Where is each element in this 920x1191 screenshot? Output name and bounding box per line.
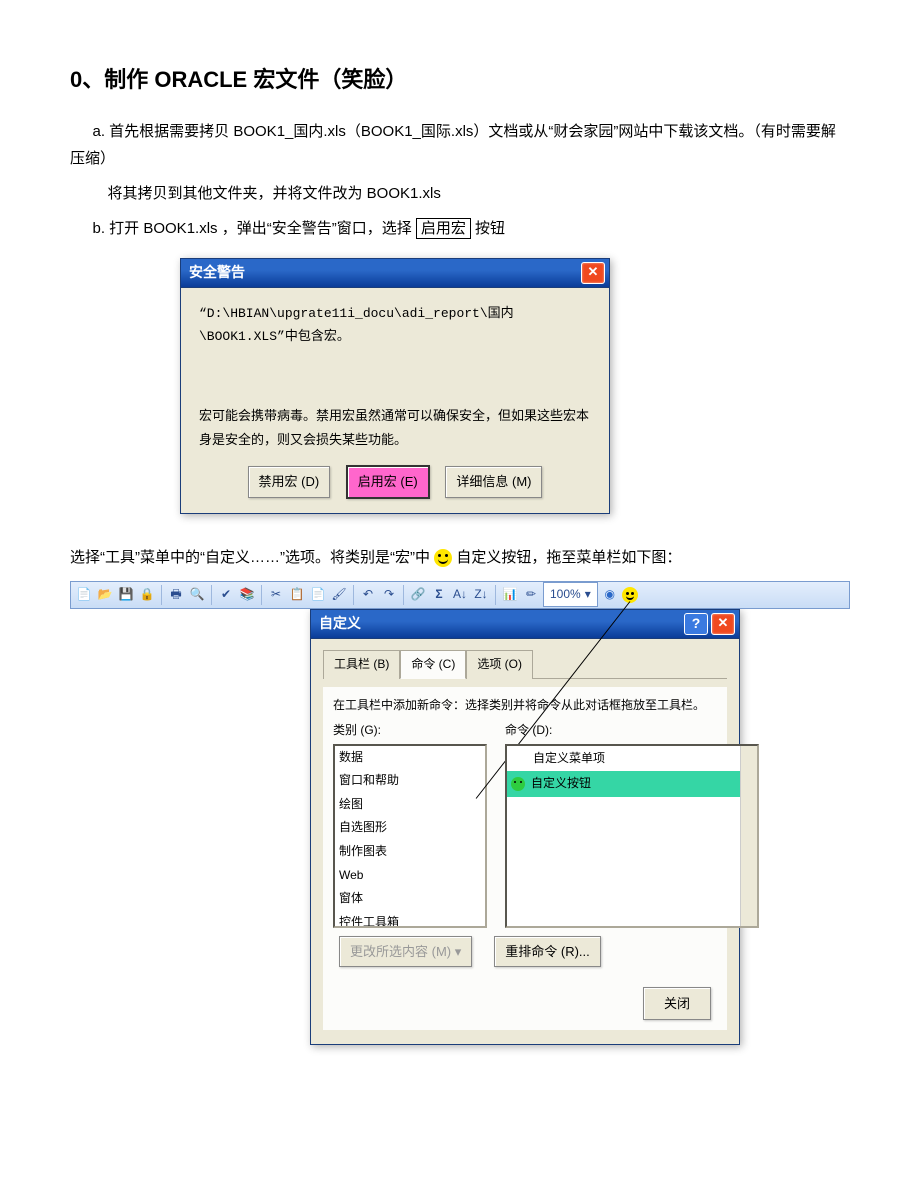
dlg2-instructions: 在工具栏中添加新命令：选择类别并将命令从此对话框拖放至工具栏。 [333,697,717,714]
list-item[interactable]: 窗口和帮助 [335,769,485,793]
list-item[interactable]: 自选图形 [335,816,485,840]
new-icon[interactable]: 📄 [75,586,93,604]
heading: 0、制作 ORACLE 宏文件（笑脸） [70,60,850,100]
list-item[interactable]: 窗体 [335,887,485,911]
dlg2-title: 自定义 [315,611,684,636]
open-icon[interactable]: 📂 [96,586,114,604]
list-item[interactable]: 绘图 [335,793,485,817]
list-item[interactable]: 数据 [335,746,485,770]
chart-icon[interactable]: 📊 [501,586,519,604]
para-a: a. 首先根据需要拷贝 BOOK1_国内.xls（BOOK1_国际.xls）文档… [70,118,850,172]
enable-macro-button[interactable]: 启用宏 (E) [346,465,430,498]
drawing-icon[interactable]: ✏ [522,586,540,604]
sort-asc-icon[interactable]: A↓ [451,586,469,604]
smiley-green-icon [511,777,525,791]
sigma-icon[interactable]: Σ [430,586,448,604]
categories-label: 类别 (G): [333,720,487,742]
customize-dialog: 自定义 ? ✕ 工具栏 (B) 命令 (C) 选项 (O) 在工具栏中添加新命令… [310,609,740,1046]
close-icon[interactable]: ✕ [581,262,605,284]
categories-listbox[interactable]: 数据 窗口和帮助 绘图 自选图形 制作图表 Web 窗体 控件工具箱 宏 内置菜… [333,744,487,928]
para-a2: 将其拷贝到其他文件夹，并将文件改为 BOOK1.xls [70,180,850,207]
dlg1-titlebar[interactable]: 安全警告 ✕ [180,258,610,288]
para-c: 选择“工具”菜单中的“自定义……”选项。将类别是“宏”中 自定义按钮，拖至菜单栏… [70,544,850,571]
commands-label: 命令 (D): [505,720,759,742]
list-item[interactable]: Web [335,864,485,888]
para-b-pre: b. 打开 BOOK1.xls ，弹出“安全警告”窗口，选择 [93,220,416,237]
para-b-post: 按钮 [471,220,505,237]
disable-macro-button[interactable]: 禁用宏 (D) [248,466,331,497]
enable-macro-boxed: 启用宏 [416,218,471,239]
security-warning-dialog: 安全警告 ✕ “D:\HBIAN\upgrate11i_docu\adi_rep… [180,258,610,514]
para-b: b. 打开 BOOK1.xls ，弹出“安全警告”窗口，选择 启用宏 按钮 [70,215,850,242]
smiley-icon [434,549,452,567]
tab-commands[interactable]: 命令 (C) [400,650,466,680]
modify-selection-button: 更改所选内容 (M) ▾ [339,936,472,967]
save-icon[interactable]: 💾 [117,586,135,604]
cut-icon[interactable]: ✂ [267,586,285,604]
list-item[interactable]: 制作图表 [335,840,485,864]
help-icon[interactable]: ? [684,613,708,635]
link-icon[interactable]: 🔗 [409,586,427,604]
dlg1-title: 安全警告 [185,260,581,285]
undo-icon[interactable]: ↶ [359,586,377,604]
cmd-menu-item[interactable]: 自定义菜单项 [507,746,757,772]
copy-icon[interactable]: 📋 [288,586,306,604]
research-icon[interactable]: 📚 [238,586,256,604]
macro-smiley-icon[interactable] [622,587,638,603]
help-icon[interactable]: ◉ [601,586,619,604]
cmd-custom-button[interactable]: 自定义按钮 [507,771,757,797]
zoom-select[interactable]: 100%▾ [543,582,598,608]
dlg2-titlebar[interactable]: 自定义 ? ✕ [310,609,740,639]
excel-toolbar: 📄 📂 💾 🔒 🖶 🔍 ✔ 📚 ✂ 📋 📄 🖌 ↶ ↷ 🔗 Σ A↓ Z↓ 📊 … [70,581,850,609]
dlg1-warn: 宏可能会携带病毒。禁用宏虽然通常可以确保安全，但如果这些宏本身是安全的，则又会损… [199,404,591,451]
sort-desc-icon[interactable]: Z↓ [472,586,490,604]
dlg1-body: “D:\HBIAN\upgrate11i_docu\adi_report\国内\… [180,288,610,514]
tab-options[interactable]: 选项 (O) [466,650,533,680]
tab-toolbars[interactable]: 工具栏 (B) [323,650,400,680]
reorder-commands-button[interactable]: 重排命令 (R)... [494,936,601,967]
dlg2-tabs: 工具栏 (B) 命令 (C) 选项 (O) [323,649,727,680]
close-icon[interactable]: ✕ [711,613,735,635]
dlg2-body: 工具栏 (B) 命令 (C) 选项 (O) 在工具栏中添加新命令：选择类别并将命… [310,639,740,1046]
redo-icon[interactable]: ↷ [380,586,398,604]
paste-icon[interactable]: 📄 [309,586,327,604]
commands-listbox[interactable]: 自定义菜单项 自定义按钮 [505,744,759,928]
spell-icon[interactable]: ✔ [217,586,235,604]
para-c-post: 自定义按钮，拖至菜单栏如下图： [456,549,681,566]
scrollbar[interactable] [740,746,757,926]
para-c-pre: 选择“工具”菜单中的“自定义……”选项。将类别是“宏”中 [70,549,434,566]
dlg1-path: “D:\HBIAN\upgrate11i_docu\adi_report\国内\… [199,302,591,349]
list-item[interactable]: 控件工具箱 [335,911,485,928]
print-icon[interactable]: 🖶 [167,586,185,604]
detail-button[interactable]: 详细信息 (M) [445,466,542,497]
close-button[interactable]: 关闭 [643,987,711,1020]
perm-icon[interactable]: 🔒 [138,586,156,604]
format-icon[interactable]: 🖌 [330,586,348,604]
preview-icon[interactable]: 🔍 [188,586,206,604]
